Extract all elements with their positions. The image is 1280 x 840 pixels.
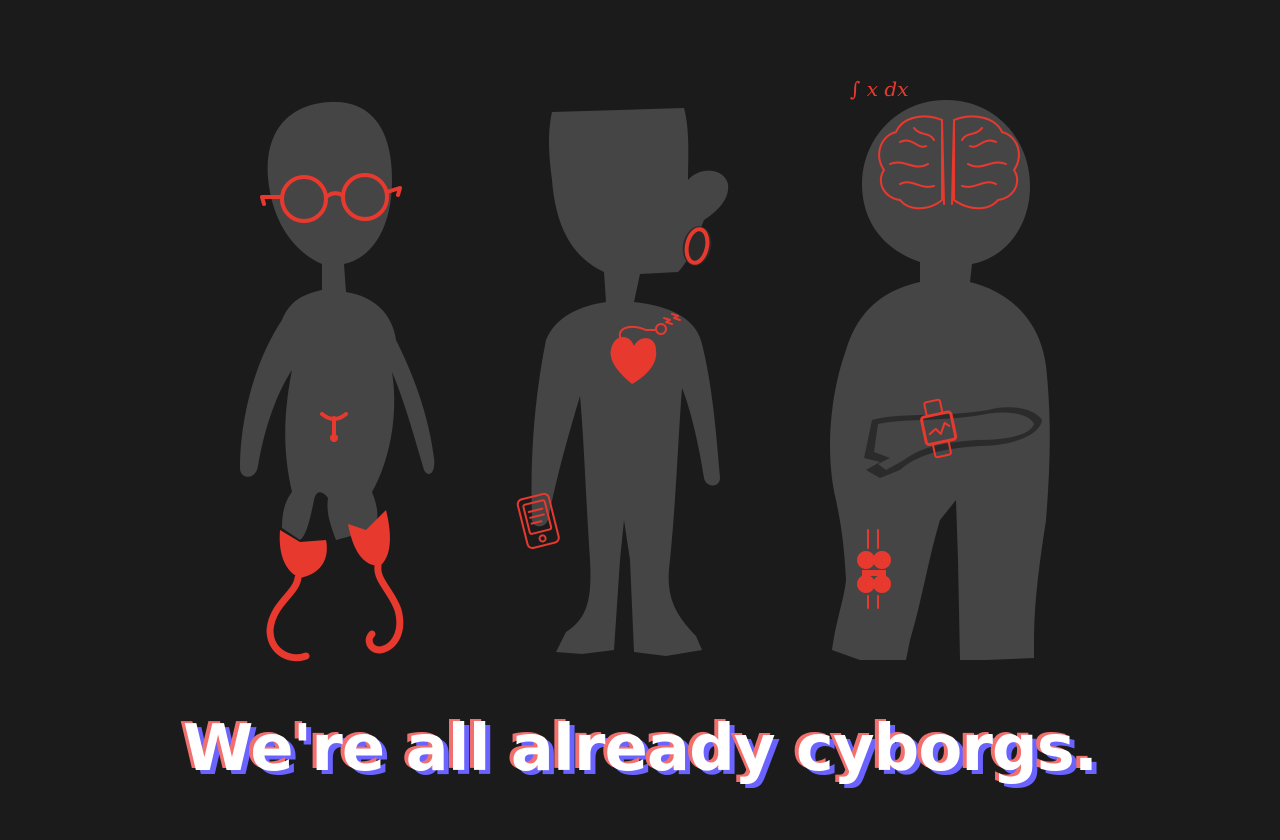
figure-3: ∫ x dx xyxy=(830,77,1050,660)
equation: ∫ x dx xyxy=(850,77,909,101)
figure-2 xyxy=(516,108,729,656)
phone-icon xyxy=(516,492,560,550)
figure-1 xyxy=(240,101,435,662)
figure-1-silhouette xyxy=(240,101,435,540)
headline: We're all already cyborgs. xyxy=(182,712,1098,786)
